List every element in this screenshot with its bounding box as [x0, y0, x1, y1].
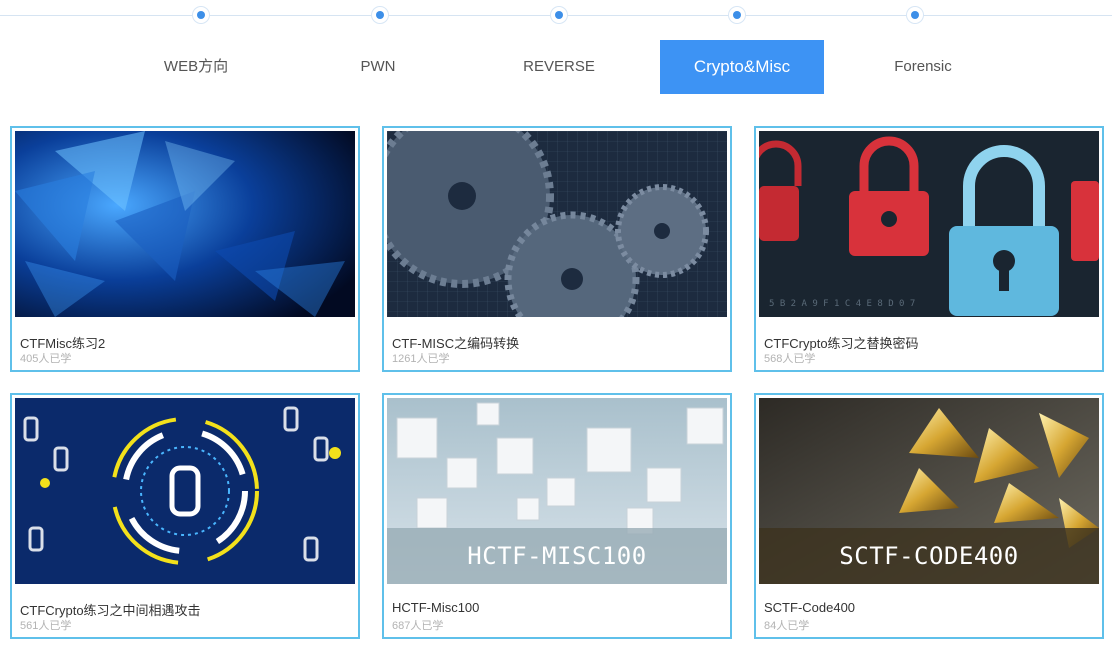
- course-card[interactable]: CTFCrypto练习之中间相遇攻击 561人已学: [10, 393, 360, 639]
- svg-text:5 B 2 A 9 F 1 C 4 E 8 D 0 7: 5 B 2 A 9 F 1 C 4 E 8 D 0 7: [769, 299, 915, 309]
- timeline-dot-web: [193, 7, 209, 23]
- course-title[interactable]: HCTF-Misc100: [392, 600, 479, 615]
- learner-count: 568人已学: [764, 353, 816, 365]
- timeline-dot-crypto: [729, 7, 745, 23]
- learner-count: 84人已学: [764, 620, 810, 632]
- course-card[interactable]: 5 B 2 A 9 F 1 C 4 E 8 D 0 7 CTFCrypto练习之…: [754, 126, 1104, 372]
- course-thumbnail-pyramids: SCTF-CODE400: [759, 398, 1099, 584]
- tab-web[interactable]: WEB方向: [114, 40, 278, 94]
- course-thumbnail-cubes: HCTF-MISC100: [387, 398, 727, 584]
- tab-crypto-misc[interactable]: Crypto&Misc: [660, 40, 824, 94]
- timeline-dot-reverse: [551, 7, 567, 23]
- course-card[interactable]: CTF-MISC之编码转换 1261人已学: [382, 126, 732, 372]
- course-card[interactable]: SCTF-CODE400 SCTF-Code400 84人已学: [754, 393, 1104, 639]
- learner-count: 1261人已学: [392, 353, 450, 365]
- course-thumbnail-crystal: [15, 131, 355, 317]
- course-thumbnail-gears: [387, 131, 727, 317]
- course-thumbnail-padlocks: 5 B 2 A 9 F 1 C 4 E 8 D 0 7: [759, 131, 1099, 317]
- tab-forensic[interactable]: Forensic: [841, 40, 1005, 94]
- course-card[interactable]: CTFMisc练习2 405人已学: [10, 126, 360, 372]
- thumbnail-banner: SCTF-CODE400: [759, 528, 1099, 584]
- course-card[interactable]: HCTF-MISC100 HCTF-Misc100 687人已学: [382, 393, 732, 639]
- learner-count: 561人已学: [20, 620, 72, 632]
- tab-reverse[interactable]: REVERSE: [477, 40, 641, 94]
- category-tabs: WEB方向 PWN REVERSE Crypto&Misc Forensic: [0, 40, 1112, 94]
- learner-count: 687人已学: [392, 620, 444, 632]
- course-title[interactable]: SCTF-Code400: [764, 600, 855, 615]
- timeline-dot-pwn: [372, 7, 388, 23]
- course-thumbnail-binary: [15, 398, 355, 584]
- timeline-dot-forensic: [907, 7, 923, 23]
- thumbnail-banner: HCTF-MISC100: [387, 528, 727, 584]
- tab-pwn[interactable]: PWN: [296, 40, 460, 94]
- learner-count: 405人已学: [20, 353, 72, 365]
- step-timeline: [0, 0, 1112, 32]
